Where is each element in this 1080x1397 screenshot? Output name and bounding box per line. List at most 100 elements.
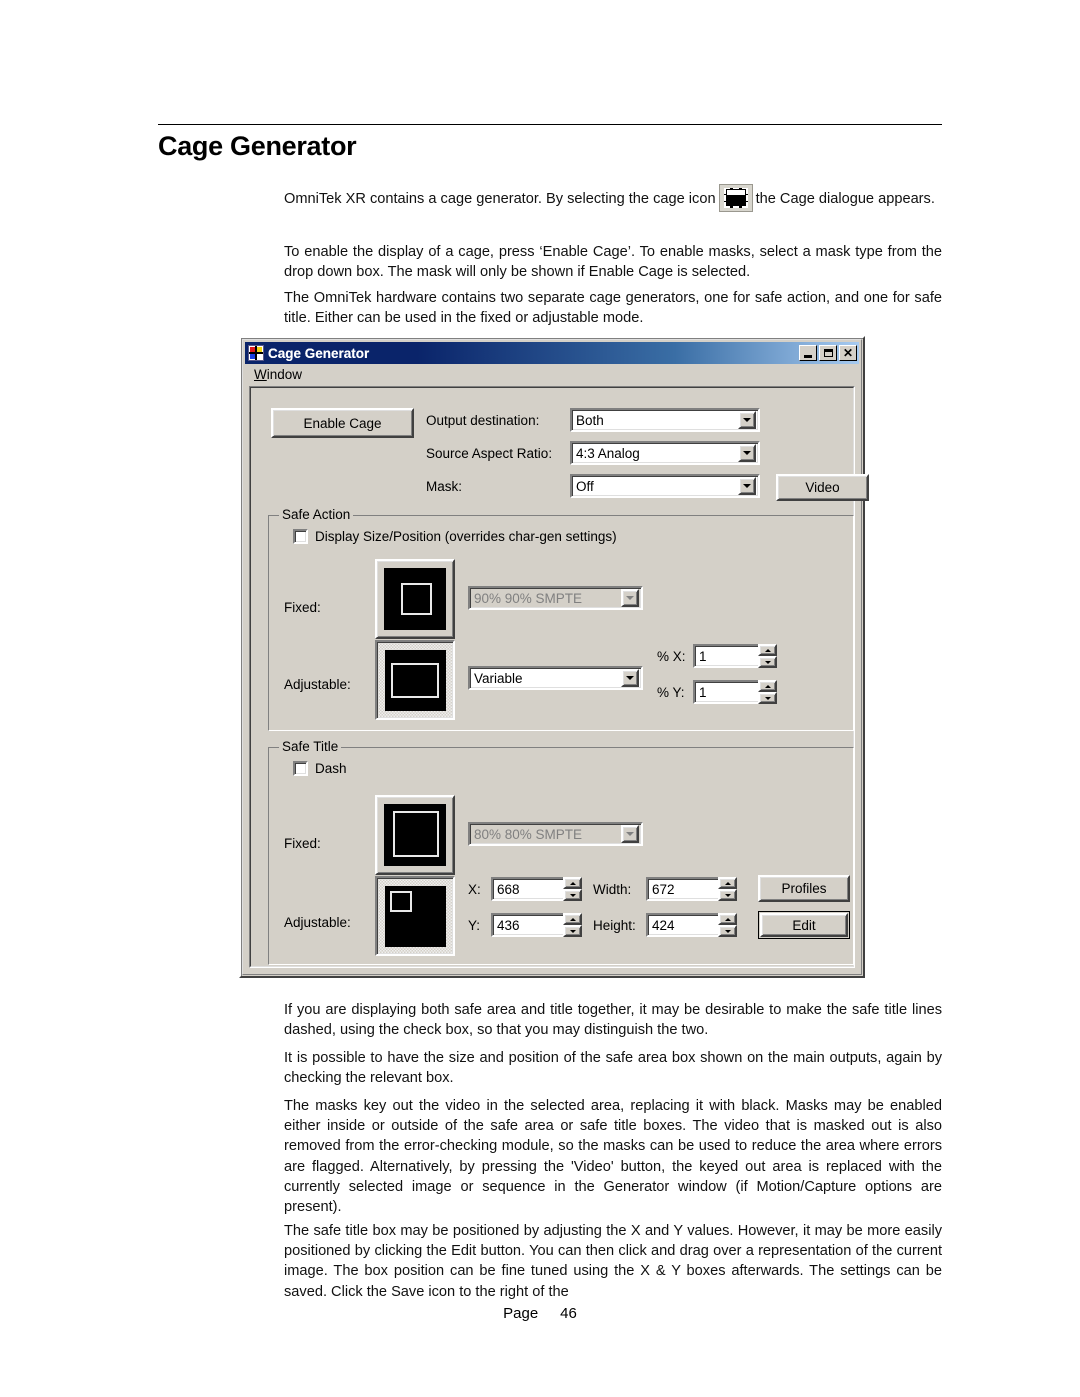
safe-action-adjustable-preview-button[interactable] (375, 640, 455, 720)
video-label: Video (805, 480, 840, 495)
mask-combo[interactable]: Off (570, 474, 760, 498)
chevron-down-icon[interactable] (621, 669, 639, 687)
safe-action-adjustable-label: Adjustable: (284, 677, 351, 692)
close-button[interactable]: ✕ (839, 345, 857, 361)
percent-x-label: % X: (657, 649, 686, 664)
profiles-button[interactable]: Profiles (758, 875, 850, 902)
percent-x-stepper[interactable] (758, 644, 777, 668)
maximize-button[interactable] (819, 345, 837, 361)
percent-y-label: % Y: (657, 685, 685, 700)
paragraph-1-text-before: OmniTek XR contains a cage generator. By… (284, 191, 716, 207)
percent-y-stepper[interactable] (758, 680, 777, 704)
video-button[interactable]: Video (776, 474, 869, 501)
safe-title-fixed-combo: 80% 80% SMPTE (468, 822, 643, 846)
safe-action-adjustable-combo[interactable]: Variable (468, 666, 643, 690)
checkbox-box[interactable] (293, 529, 308, 544)
heading-rule (158, 124, 942, 125)
paragraph-5: It is possible to have the size and posi… (284, 1050, 942, 1087)
safe-title-group-title: Safe Title (279, 739, 342, 754)
safe-title-adjustable-preview-button[interactable] (375, 876, 455, 956)
window-inner-frame: Cage Generator ✕ Window Enable Cage Outp… (242, 339, 869, 975)
safe-title-fixed-value: 80% 80% SMPTE (474, 826, 583, 842)
display-size-position-label: Display Size/Position (overrides char-ge… (315, 529, 617, 544)
safe-action-adjustable-value: Variable (474, 670, 523, 686)
display-size-position-checkbox[interactable]: Display Size/Position (overrides char-ge… (293, 529, 617, 544)
output-destination-value: Both (576, 412, 604, 428)
minimize-button[interactable] (799, 345, 817, 361)
safe-title-x-stepper[interactable] (563, 877, 582, 901)
stepper-up-icon[interactable] (718, 913, 737, 925)
stepper-up-icon[interactable] (758, 644, 777, 656)
safe-title-group: Safe Title Dash Fixed: 80% 80% SMPTE Adj… (268, 739, 854, 965)
title-bar[interactable]: Cage Generator ✕ (245, 342, 859, 364)
chevron-down-icon (621, 825, 639, 843)
minimize-icon (804, 354, 812, 358)
mask-label: Mask: (426, 479, 463, 494)
safe-title-y-label: Y: (468, 918, 481, 933)
document-page: Cage Generator OmniTek XR contains a cag… (0, 0, 1080, 1397)
dash-label: Dash (315, 761, 347, 776)
page-footer: Page 46 (0, 1305, 1080, 1322)
page-number: 46 (560, 1305, 577, 1322)
cage-icon (718, 184, 753, 212)
preview-cage-rect (401, 583, 432, 615)
source-aspect-ratio-label: Source Aspect Ratio: (426, 446, 553, 461)
paragraph-3: The OmniTek hardware contains two separa… (284, 290, 942, 327)
menu-bar: Window (246, 365, 858, 385)
stepper-down-icon[interactable] (758, 656, 777, 668)
preview-cage-rect (393, 811, 439, 857)
stepper-down-icon[interactable] (563, 925, 582, 937)
paragraph-7: The safe title box may be positioned by … (284, 1223, 942, 1300)
window-title: Cage Generator (268, 345, 370, 361)
safe-action-fixed-value: 90% 90% SMPTE (474, 590, 583, 606)
cage-generator-window[interactable]: Cage Generator ✕ Window Enable Cage Outp… (239, 336, 869, 978)
window-controls: ✕ (799, 345, 857, 361)
paragraph-2: To enable the display of a cage, press ‘… (284, 244, 942, 281)
safe-title-height-stepper[interactable] (718, 913, 737, 937)
preview-cage-rect (390, 891, 412, 912)
safe-title-width-stepper[interactable] (718, 877, 737, 901)
page-title: Cage Generator (158, 131, 357, 161)
source-aspect-ratio-combo[interactable]: 4:3 Analog (570, 441, 760, 465)
chevron-down-icon[interactable] (738, 444, 756, 462)
output-destination-combo[interactable]: Both (570, 408, 760, 432)
maximize-icon (823, 349, 833, 357)
menu-item-window-rest: indow (266, 367, 303, 382)
chevron-down-icon[interactable] (738, 411, 756, 429)
stepper-up-icon[interactable] (563, 877, 582, 889)
mask-value: Off (576, 478, 594, 494)
paragraph-6: The masks key out the video in the selec… (284, 1098, 942, 1216)
stepper-down-icon[interactable] (718, 889, 737, 901)
chevron-down-icon (621, 589, 639, 607)
safe-action-group: Safe Action Display Size/Position (overr… (268, 507, 854, 731)
mondrian-grid-icon (248, 345, 264, 361)
paragraph-1: OmniTek XR contains a cage generator. By… (284, 184, 942, 212)
chevron-down-icon[interactable] (738, 477, 756, 495)
safe-title-x-label: X: (468, 882, 481, 897)
safe-action-group-title: Safe Action (279, 507, 354, 522)
profiles-label: Profiles (781, 881, 827, 896)
safe-title-fixed-preview-button[interactable] (375, 795, 455, 875)
safe-action-fixed-preview-button[interactable] (375, 559, 455, 639)
stepper-down-icon[interactable] (563, 889, 582, 901)
safe-title-width-label: Width: (593, 882, 632, 897)
stepper-up-icon[interactable] (718, 877, 737, 889)
safe-action-fixed-combo: 90% 90% SMPTE (468, 586, 643, 610)
stepper-up-icon[interactable] (758, 680, 777, 692)
checkbox-box[interactable] (293, 761, 308, 776)
safe-title-y-stepper[interactable] (563, 913, 582, 937)
menu-item-window[interactable]: Window (250, 365, 306, 384)
stepper-up-icon[interactable] (563, 913, 582, 925)
paragraph-4: If you are displaying both safe area and… (284, 1002, 942, 1039)
stepper-down-icon[interactable] (718, 925, 737, 937)
dash-checkbox[interactable]: Dash (293, 761, 347, 776)
edit-button[interactable]: Edit (758, 911, 850, 939)
stepper-down-icon[interactable] (758, 692, 777, 704)
safe-title-height-label: Height: (593, 918, 636, 933)
enable-cage-label: Enable Cage (303, 415, 382, 431)
enable-cage-button[interactable]: Enable Cage (271, 408, 414, 438)
safe-title-adjustable-label: Adjustable: (284, 915, 351, 930)
source-aspect-ratio-value: 4:3 Analog (576, 445, 640, 461)
safe-action-fixed-label: Fixed: (284, 600, 321, 615)
paragraph-1-text-after: the Cage dialogue appears. (755, 191, 935, 207)
